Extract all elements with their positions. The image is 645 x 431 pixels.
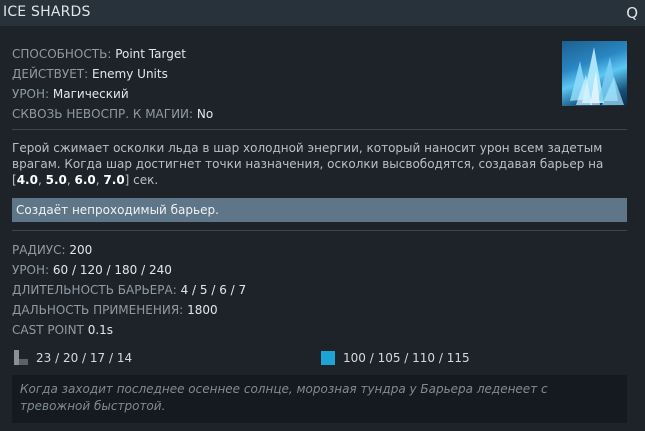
ability-title: ICE SHARDS bbox=[3, 4, 91, 20]
duration-value: 5.0 bbox=[45, 173, 67, 187]
attribute-row-cast-range: ДАЛЬНОСТЬ ПРИМЕНЕНИЯ: 1800 bbox=[12, 300, 246, 320]
stat-value: Point Target bbox=[115, 47, 186, 61]
ability-description: Герой сжимает осколки льда в шар холодно… bbox=[12, 140, 612, 188]
ability-lore: Когда заходит последнее осеннее солнце, … bbox=[12, 375, 627, 423]
stat-row-damage-type: УРОН: Магический bbox=[12, 84, 213, 104]
attribute-value: 200 bbox=[69, 243, 93, 257]
description-suffix: ] сек. bbox=[124, 173, 159, 187]
stat-value: Магический bbox=[52, 87, 129, 101]
cooldown-value: 23 / 20 / 17 / 14 bbox=[36, 351, 133, 365]
duration-value: 6.0 bbox=[74, 173, 96, 187]
stat-row-affects: ДЕЙСТВУЕТ: Enemy Units bbox=[12, 64, 213, 84]
separator: , bbox=[37, 173, 46, 187]
mana-icon bbox=[321, 351, 335, 365]
ability-hotkey: Q bbox=[626, 4, 638, 22]
attribute-value: 0.1s bbox=[87, 323, 114, 337]
ability-tooltip: ICE SHARDS Q СПОСОБНОСТЬ: Point Target Д… bbox=[0, 0, 645, 431]
stat-label: УРОН: bbox=[12, 87, 50, 101]
stat-value: Enemy Units bbox=[91, 67, 168, 81]
attribute-row-cast-point: CAST POINT 0.1s bbox=[12, 320, 246, 340]
attribute-value: 1800 bbox=[187, 303, 218, 317]
attribute-value: 4 / 5 / 6 / 7 bbox=[180, 283, 247, 297]
cooldown-icon bbox=[14, 350, 28, 365]
attribute-label: ДЛИТЕЛЬНОСТЬ БАРЬЕРА: bbox=[12, 283, 177, 297]
mana-cost-value: 100 / 105 / 110 / 115 bbox=[343, 351, 470, 365]
stat-value: No bbox=[196, 107, 214, 121]
attribute-row-radius: РАДИУС: 200 bbox=[12, 240, 246, 260]
divider bbox=[12, 230, 627, 231]
separator: , bbox=[66, 173, 75, 187]
ability-costs: 23 / 20 / 17 / 14 100 / 105 / 110 / 115 bbox=[12, 349, 627, 367]
ability-attributes: РАДИУС: 200 УРОН: 60 / 120 / 180 / 240 Д… bbox=[12, 240, 246, 340]
attribute-value: 60 / 120 / 180 / 240 bbox=[52, 263, 172, 277]
attribute-row-barrier-duration: ДЛИТЕЛЬНОСТЬ БАРЬЕРА: 4 / 5 / 6 / 7 bbox=[12, 280, 246, 300]
stat-label: ДЕЙСТВУЕТ: bbox=[12, 67, 89, 81]
stat-label: СКВОЗЬ НЕВОСПР. К МАГИИ: bbox=[12, 107, 194, 121]
tooltip-header: ICE SHARDS Q bbox=[0, 0, 645, 26]
ice-shards-icon bbox=[562, 41, 627, 106]
attribute-label: УРОН: bbox=[12, 263, 50, 277]
attribute-label: РАДИУС: bbox=[12, 243, 66, 257]
divider bbox=[12, 129, 627, 130]
attribute-label: ДАЛЬНОСТЬ ПРИМЕНЕНИЯ: bbox=[12, 303, 184, 317]
ability-stats: СПОСОБНОСТЬ: Point Target ДЕЙСТВУЕТ: Ene… bbox=[12, 44, 213, 124]
attribute-row-damage: УРОН: 60 / 120 / 180 / 240 bbox=[12, 260, 246, 280]
ability-note: Создаёт непроходимый барьер. bbox=[12, 198, 627, 222]
attribute-label: CAST POINT bbox=[12, 323, 84, 337]
stat-label: СПОСОБНОСТЬ: bbox=[12, 47, 112, 61]
stat-row-ability-type: СПОСОБНОСТЬ: Point Target bbox=[12, 44, 213, 64]
duration-value: 7.0 bbox=[103, 173, 125, 187]
stat-row-pierces-immunity: СКВОЗЬ НЕВОСПР. К МАГИИ: No bbox=[12, 104, 213, 124]
duration-value: 4.0 bbox=[16, 173, 38, 187]
